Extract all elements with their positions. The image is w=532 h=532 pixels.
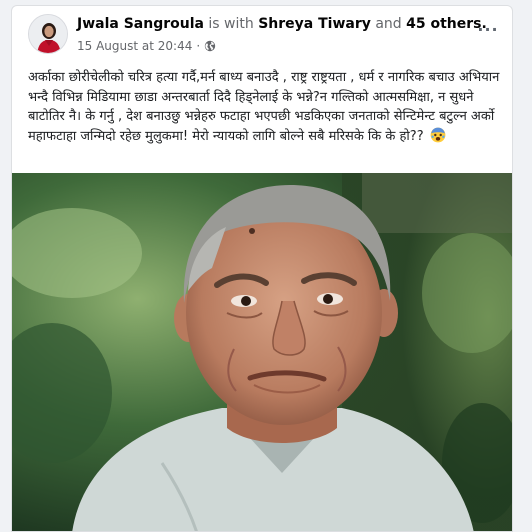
author-line: Jwala Sangroula is with Shreya Tiwary an… [77, 16, 487, 32]
post-text: अर्काका छोरीचेलीको चरित्र हत्या गर्दै,मर… [28, 70, 500, 144]
and-text: and [375, 16, 402, 32]
meta-separator: · [196, 39, 201, 53]
post-body: अर्काका छोरीचेलीको चरित्र हत्या गर्दै,मर… [28, 68, 500, 149]
fearful-face-emoji-icon [430, 127, 446, 150]
globe-icon[interactable] [204, 40, 216, 52]
more-options-button[interactable]: ··· [474, 18, 502, 40]
post-meta: 15 August at 20:44 · [77, 39, 216, 53]
post-timestamp[interactable]: 15 August at 20:44 [77, 39, 192, 53]
tagged-person[interactable]: Shreya Tiwary [258, 16, 371, 32]
post-card: Jwala Sangroula is with Shreya Tiwary an… [11, 5, 513, 532]
post-photo[interactable] [12, 173, 512, 531]
author-name[interactable]: Jwala Sangroula [77, 16, 204, 32]
post-header: Jwala Sangroula is with Shreya Tiwary an… [12, 6, 512, 62]
author-avatar[interactable] [28, 14, 68, 54]
with-text: is with [208, 16, 254, 32]
